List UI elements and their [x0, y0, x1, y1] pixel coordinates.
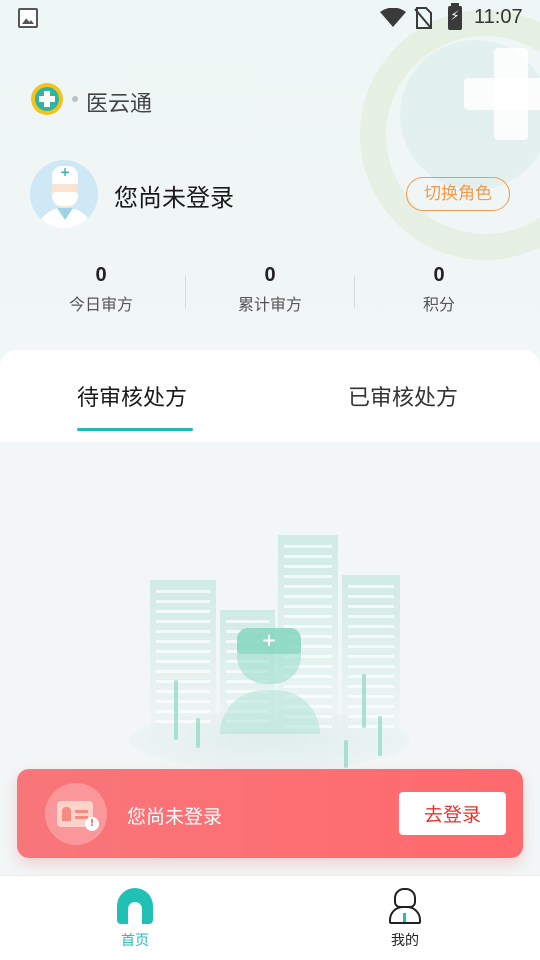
- status-time: 11:07: [474, 6, 523, 28]
- tab-pending-prescriptions[interactable]: 待审核处方: [77, 380, 187, 412]
- login-banner: ! 您尚未登录 去登录: [17, 769, 523, 858]
- image-icon: [18, 8, 38, 28]
- stat-value: 0: [433, 264, 445, 286]
- medical-cross-logo-icon: [31, 83, 63, 115]
- building-shape: [150, 580, 216, 730]
- user-icon: [387, 888, 423, 924]
- prescription-tabs: 待审核处方 已审核处方: [0, 350, 540, 442]
- building-shape: [342, 575, 400, 730]
- nav-label: 我的: [391, 933, 419, 949]
- stat-label: 今日审方: [68, 295, 133, 314]
- bottom-navigation: 首页 我的: [0, 875, 540, 960]
- doctor-avatar-icon[interactable]: [30, 160, 98, 228]
- stat-divider: [354, 276, 355, 308]
- status-bar: 11:07: [0, 0, 540, 36]
- decor-line: [344, 740, 348, 768]
- decor-line: [362, 674, 366, 728]
- brand-separator-dot: [72, 96, 78, 102]
- no-sim-icon: [414, 7, 432, 29]
- stat-label: 累计审方: [237, 295, 302, 314]
- home-icon: [117, 888, 153, 924]
- decor-line: [196, 718, 200, 748]
- stat-total-reviews: 0 累计审方: [195, 264, 345, 315]
- stat-value: 0: [95, 264, 107, 286]
- wifi-icon: [380, 8, 406, 27]
- nav-label: 首页: [121, 933, 149, 949]
- switch-role-button[interactable]: 切换角色: [406, 177, 510, 211]
- watermark-cross-icon-bar: [464, 78, 540, 110]
- stat-today-reviews: 0 今日审方: [26, 264, 176, 315]
- stat-points: 0 积分: [364, 264, 514, 315]
- hospital-nurse-illustration: [120, 530, 420, 770]
- login-status-text[interactable]: 您尚未登录: [114, 178, 234, 213]
- app-name: 医云通: [86, 92, 153, 117]
- nav-item-home[interactable]: 首页: [75, 888, 195, 950]
- go-login-button[interactable]: 去登录: [399, 792, 506, 835]
- nurse-cap-icon: [237, 628, 301, 654]
- id-card-icon: !: [45, 783, 107, 845]
- stat-divider: [185, 276, 186, 308]
- decor-line: [174, 680, 178, 740]
- banner-login-status: 您尚未登录: [127, 806, 223, 828]
- decor-line: [378, 716, 382, 756]
- battery-charging-icon: [448, 3, 462, 30]
- stat-label: 积分: [422, 295, 455, 314]
- tab-reviewed-prescriptions[interactable]: 已审核处方: [348, 380, 458, 412]
- nav-item-mine[interactable]: 我的: [345, 888, 465, 950]
- stat-value: 0: [264, 264, 276, 286]
- active-tab-indicator: [77, 428, 193, 431]
